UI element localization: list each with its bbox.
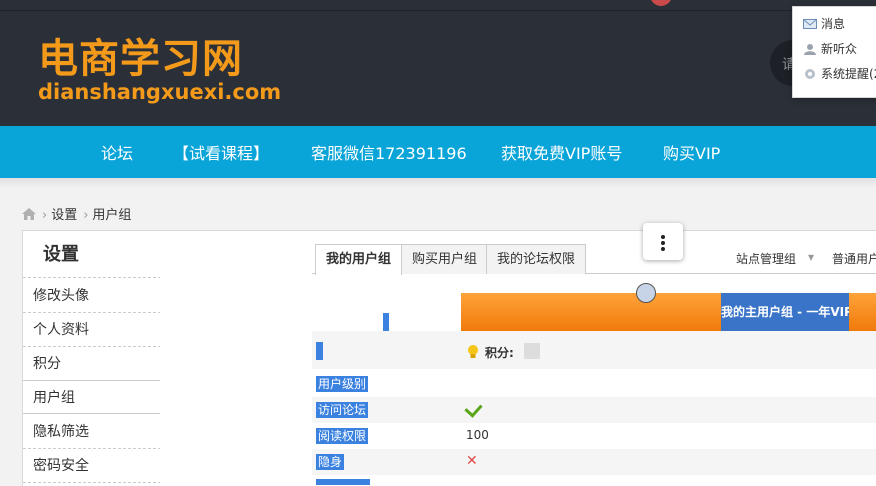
row-marker [316,342,323,360]
tab-site-admin-group[interactable]: 站点管理组 [736,250,796,267]
sidebar-item-usergroup[interactable]: 用户组 [23,380,162,414]
nav-shadow [0,178,876,188]
permission-label: 访问论坛 [316,402,369,418]
tab-my-usergroup[interactable]: 我的用户组 [315,244,403,275]
permission-label: 隐身 [316,454,345,470]
site-header: 电商学习网 dianshangxuexi.com 请 [0,0,876,126]
nav-item-wechat-service[interactable]: 客服微信172391196 [311,140,467,164]
tab-buy-usergroup[interactable]: 购买用户组 [401,244,489,274]
permission-value: 100 [466,428,489,442]
column-marker [383,313,389,331]
sidebar-title: 设置 [23,231,161,278]
permission-row: 隐身 ✕ [312,449,876,475]
cross-icon: ✕ [466,453,478,469]
cursor-indicator [636,283,656,303]
nav-item-free-vip[interactable]: 获取免费VIP账号 [501,140,622,164]
gear-icon [805,69,815,79]
more-dot-icon [661,235,665,239]
sidebar-item-points[interactable]: 积分 [23,347,161,381]
dropdown-item-new-followers[interactable]: 新听众 [803,40,857,57]
more-dot-icon [661,247,665,251]
dropdown-label: 消息 [821,17,846,31]
permission-label: 阅读权限 [316,428,369,444]
tab-normal-user[interactable]: 普通用户 [832,250,876,267]
person-icon [804,44,816,55]
breadcrumb-item-settings[interactable]: 设置 [51,208,77,223]
sidebar-item-profile[interactable]: 个人资料 [23,313,161,347]
dropdown-label: 系统提醒(2 [821,67,876,81]
chevron-right-icon: › [83,208,89,223]
permission-row [312,475,876,485]
sidebar-item-password[interactable]: 密码安全 [23,449,161,483]
nav-item-buy-vip[interactable]: 购买VIP [663,140,720,164]
permission-label-cut [316,479,370,485]
sidebar-item-privacy[interactable]: 隐私筛选 [23,415,161,449]
permission-label: 用户级别 [316,376,369,392]
nav-item-forum[interactable]: 论坛 [101,140,133,164]
breadcrumb-item-usergroup[interactable]: 用户组 [92,208,131,223]
chevron-right-icon: › [42,208,48,223]
site-logo[interactable]: 电商学习网 [38,26,243,84]
home-icon[interactable] [22,208,36,220]
notification-dropdown: 消息 新听众 系统提醒(2 [792,6,876,98]
top-divider [0,10,876,11]
main-nav: 论坛 【试看课程】 客服微信172391196 获取免费VIP账号 购买VIP [0,126,876,178]
settings-sidebar: 设置 修改头像 个人资料 积分 用户组 隐私筛选 密码安全 [22,230,162,486]
breadcrumb: › 设置 › 用户组 [22,204,131,223]
dropdown-label: 新听众 [821,42,858,56]
more-dot-icon [661,241,665,245]
dropdown-item-system-alerts[interactable]: 系统提醒(2 [803,65,876,82]
user-avatar[interactable] [650,0,672,6]
triangle-down-icon[interactable]: ▾ [808,250,814,264]
points-label: 积分: [485,346,514,360]
main-usergroup-label: 我的主用户组 - 一年VIP [721,293,849,331]
dropdown-item-messages[interactable]: 消息 [803,15,845,32]
checkmark-icon [464,399,483,418]
tab-forum-permissions[interactable]: 我的论坛权限 [486,244,587,274]
sidebar-item-avatar[interactable]: 修改头像 [23,279,161,313]
nav-item-trial-course[interactable]: 【试看课程】 [173,140,269,164]
permission-row: 用户级别 [312,371,876,397]
points-value-redacted [524,343,540,359]
permission-row: 阅读权限 100 [312,423,876,449]
points-row: 积分: [312,331,876,369]
site-logo-domain[interactable]: dianshangxuexi.com [38,80,281,104]
permission-row: 访问论坛 [312,397,876,423]
lightbulb-icon [468,345,478,358]
more-options-button[interactable] [643,223,683,260]
envelope-icon [803,19,817,29]
